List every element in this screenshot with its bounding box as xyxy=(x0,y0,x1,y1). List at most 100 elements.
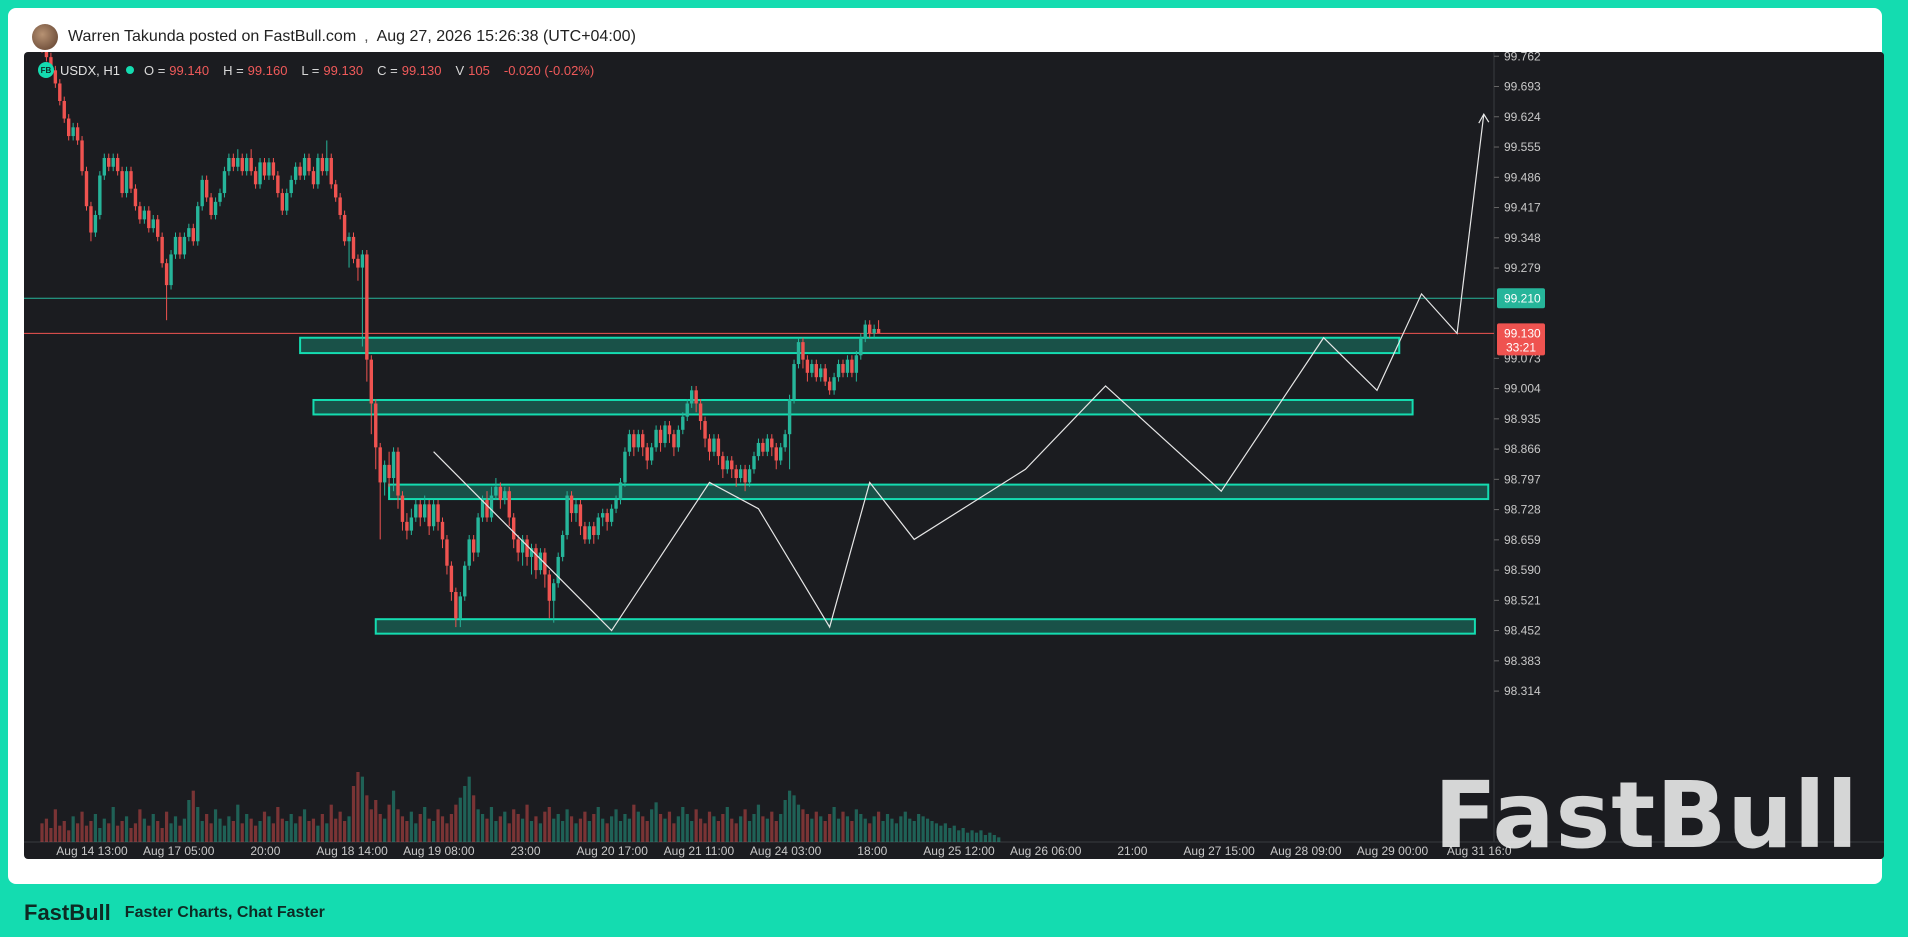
candle-body[interactable] xyxy=(405,521,409,531)
candle-body[interactable] xyxy=(623,451,627,483)
candle-body[interactable] xyxy=(302,157,307,176)
candle-body[interactable] xyxy=(374,403,378,448)
candle-body[interactable] xyxy=(347,236,351,242)
candle-body[interactable] xyxy=(93,214,98,233)
candle-body[interactable] xyxy=(356,258,360,268)
candle-body[interactable] xyxy=(280,193,284,211)
candle-body[interactable] xyxy=(489,495,494,518)
candle-body[interactable] xyxy=(725,460,729,470)
candle-body[interactable] xyxy=(827,381,832,391)
candle-body[interactable] xyxy=(445,539,449,566)
candle-body[interactable] xyxy=(560,535,565,557)
candle-body[interactable] xyxy=(685,403,689,417)
candle-body[interactable] xyxy=(485,499,489,518)
support-resistance-zone[interactable] xyxy=(388,483,1490,501)
candle-body[interactable] xyxy=(369,359,373,404)
candle-body[interactable] xyxy=(387,464,391,479)
candle-body[interactable] xyxy=(325,157,329,172)
candle-body[interactable] xyxy=(156,219,160,237)
candle-body[interactable] xyxy=(614,499,618,509)
candle-body[interactable] xyxy=(645,447,649,461)
candle-body[interactable] xyxy=(204,179,209,198)
candle-body[interactable] xyxy=(721,456,725,470)
candle-body[interactable] xyxy=(298,166,302,176)
candle-body[interactable] xyxy=(556,556,560,584)
candle-body[interactable] xyxy=(236,157,240,167)
candle-body[interactable] xyxy=(587,526,592,540)
candle-body[interactable] xyxy=(240,157,244,172)
candle-body[interactable] xyxy=(605,513,609,522)
candle-body[interactable] xyxy=(285,193,289,211)
candle-body[interactable] xyxy=(200,179,204,207)
candle-body[interactable] xyxy=(115,157,120,172)
candle-body[interactable] xyxy=(365,254,369,360)
candle-body[interactable] xyxy=(649,447,654,461)
candle-body[interactable] xyxy=(249,157,253,172)
candle-body[interactable] xyxy=(796,342,801,365)
candle-body[interactable] xyxy=(414,504,418,518)
candle-body[interactable] xyxy=(783,434,787,448)
candle-body[interactable] xyxy=(552,583,556,601)
candle-body[interactable] xyxy=(454,592,458,619)
candle-body[interactable] xyxy=(707,438,712,452)
candle-body[interactable] xyxy=(841,364,845,373)
candle-body[interactable] xyxy=(627,434,632,452)
candle-body[interactable] xyxy=(231,157,236,167)
support-resistance-zone[interactable] xyxy=(299,336,1401,355)
candle-body[interactable] xyxy=(58,83,62,101)
price-axis[interactable] xyxy=(1494,52,1884,859)
candle-body[interactable] xyxy=(672,434,676,448)
candle-body[interactable] xyxy=(565,495,569,536)
candle-body[interactable] xyxy=(859,337,863,356)
candle-body[interactable] xyxy=(329,157,333,185)
candle-body[interactable] xyxy=(169,254,173,286)
candle-body[interactable] xyxy=(761,442,765,452)
candle-body[interactable] xyxy=(801,342,805,360)
candle-body[interactable] xyxy=(779,447,783,461)
candle-body[interactable] xyxy=(667,425,672,435)
candle-body[interactable] xyxy=(418,504,422,518)
candle-body[interactable] xyxy=(494,486,498,496)
candle-body[interactable] xyxy=(512,517,516,540)
candle-body[interactable] xyxy=(276,175,280,194)
candle-body[interactable] xyxy=(819,368,823,378)
candle-body[interactable] xyxy=(75,127,80,141)
candle-body[interactable] xyxy=(658,429,663,443)
candle-body[interactable] xyxy=(836,364,841,378)
candle-body[interactable] xyxy=(471,539,476,553)
candle-body[interactable] xyxy=(138,206,142,220)
candle-body[interactable] xyxy=(209,197,213,215)
candle-body[interactable] xyxy=(850,359,854,373)
candle-body[interactable] xyxy=(80,140,84,172)
candle-body[interactable] xyxy=(173,236,178,255)
candle-body[interactable] xyxy=(752,456,756,470)
candle-body[interactable] xyxy=(311,171,316,185)
candle-body[interactable] xyxy=(507,491,511,518)
candle-body[interactable] xyxy=(681,416,685,430)
candle-body[interactable] xyxy=(44,52,49,58)
candle-body[interactable] xyxy=(440,521,445,540)
candle-body[interactable] xyxy=(133,188,138,207)
candle-body[interactable] xyxy=(805,359,810,373)
candle-body[interactable] xyxy=(111,157,115,167)
candle-body[interactable] xyxy=(62,100,66,119)
support-resistance-zone[interactable] xyxy=(374,618,1476,635)
candle-body[interactable] xyxy=(191,228,195,242)
candle-body[interactable] xyxy=(142,210,147,220)
candle-body[interactable] xyxy=(391,451,396,479)
candle-body[interactable] xyxy=(467,539,471,566)
candle-body[interactable] xyxy=(253,171,258,185)
candle-body[interactable] xyxy=(863,324,867,338)
chart-area[interactable]: 99.762 99.693 99.624 99.555 99.486 99.417 99.3… xyxy=(24,52,1884,859)
candle-body[interactable] xyxy=(872,328,876,334)
candle-body[interactable] xyxy=(738,469,743,479)
candle-body[interactable] xyxy=(756,442,761,457)
candle-body[interactable] xyxy=(583,526,587,540)
candle-body[interactable] xyxy=(534,548,538,571)
candle-body[interactable] xyxy=(307,157,311,172)
candle-body[interactable] xyxy=(89,206,93,233)
candle-body[interactable] xyxy=(876,328,881,334)
candle-body[interactable] xyxy=(102,157,106,176)
candle-body[interactable] xyxy=(832,377,836,391)
candle-body[interactable] xyxy=(574,504,578,514)
